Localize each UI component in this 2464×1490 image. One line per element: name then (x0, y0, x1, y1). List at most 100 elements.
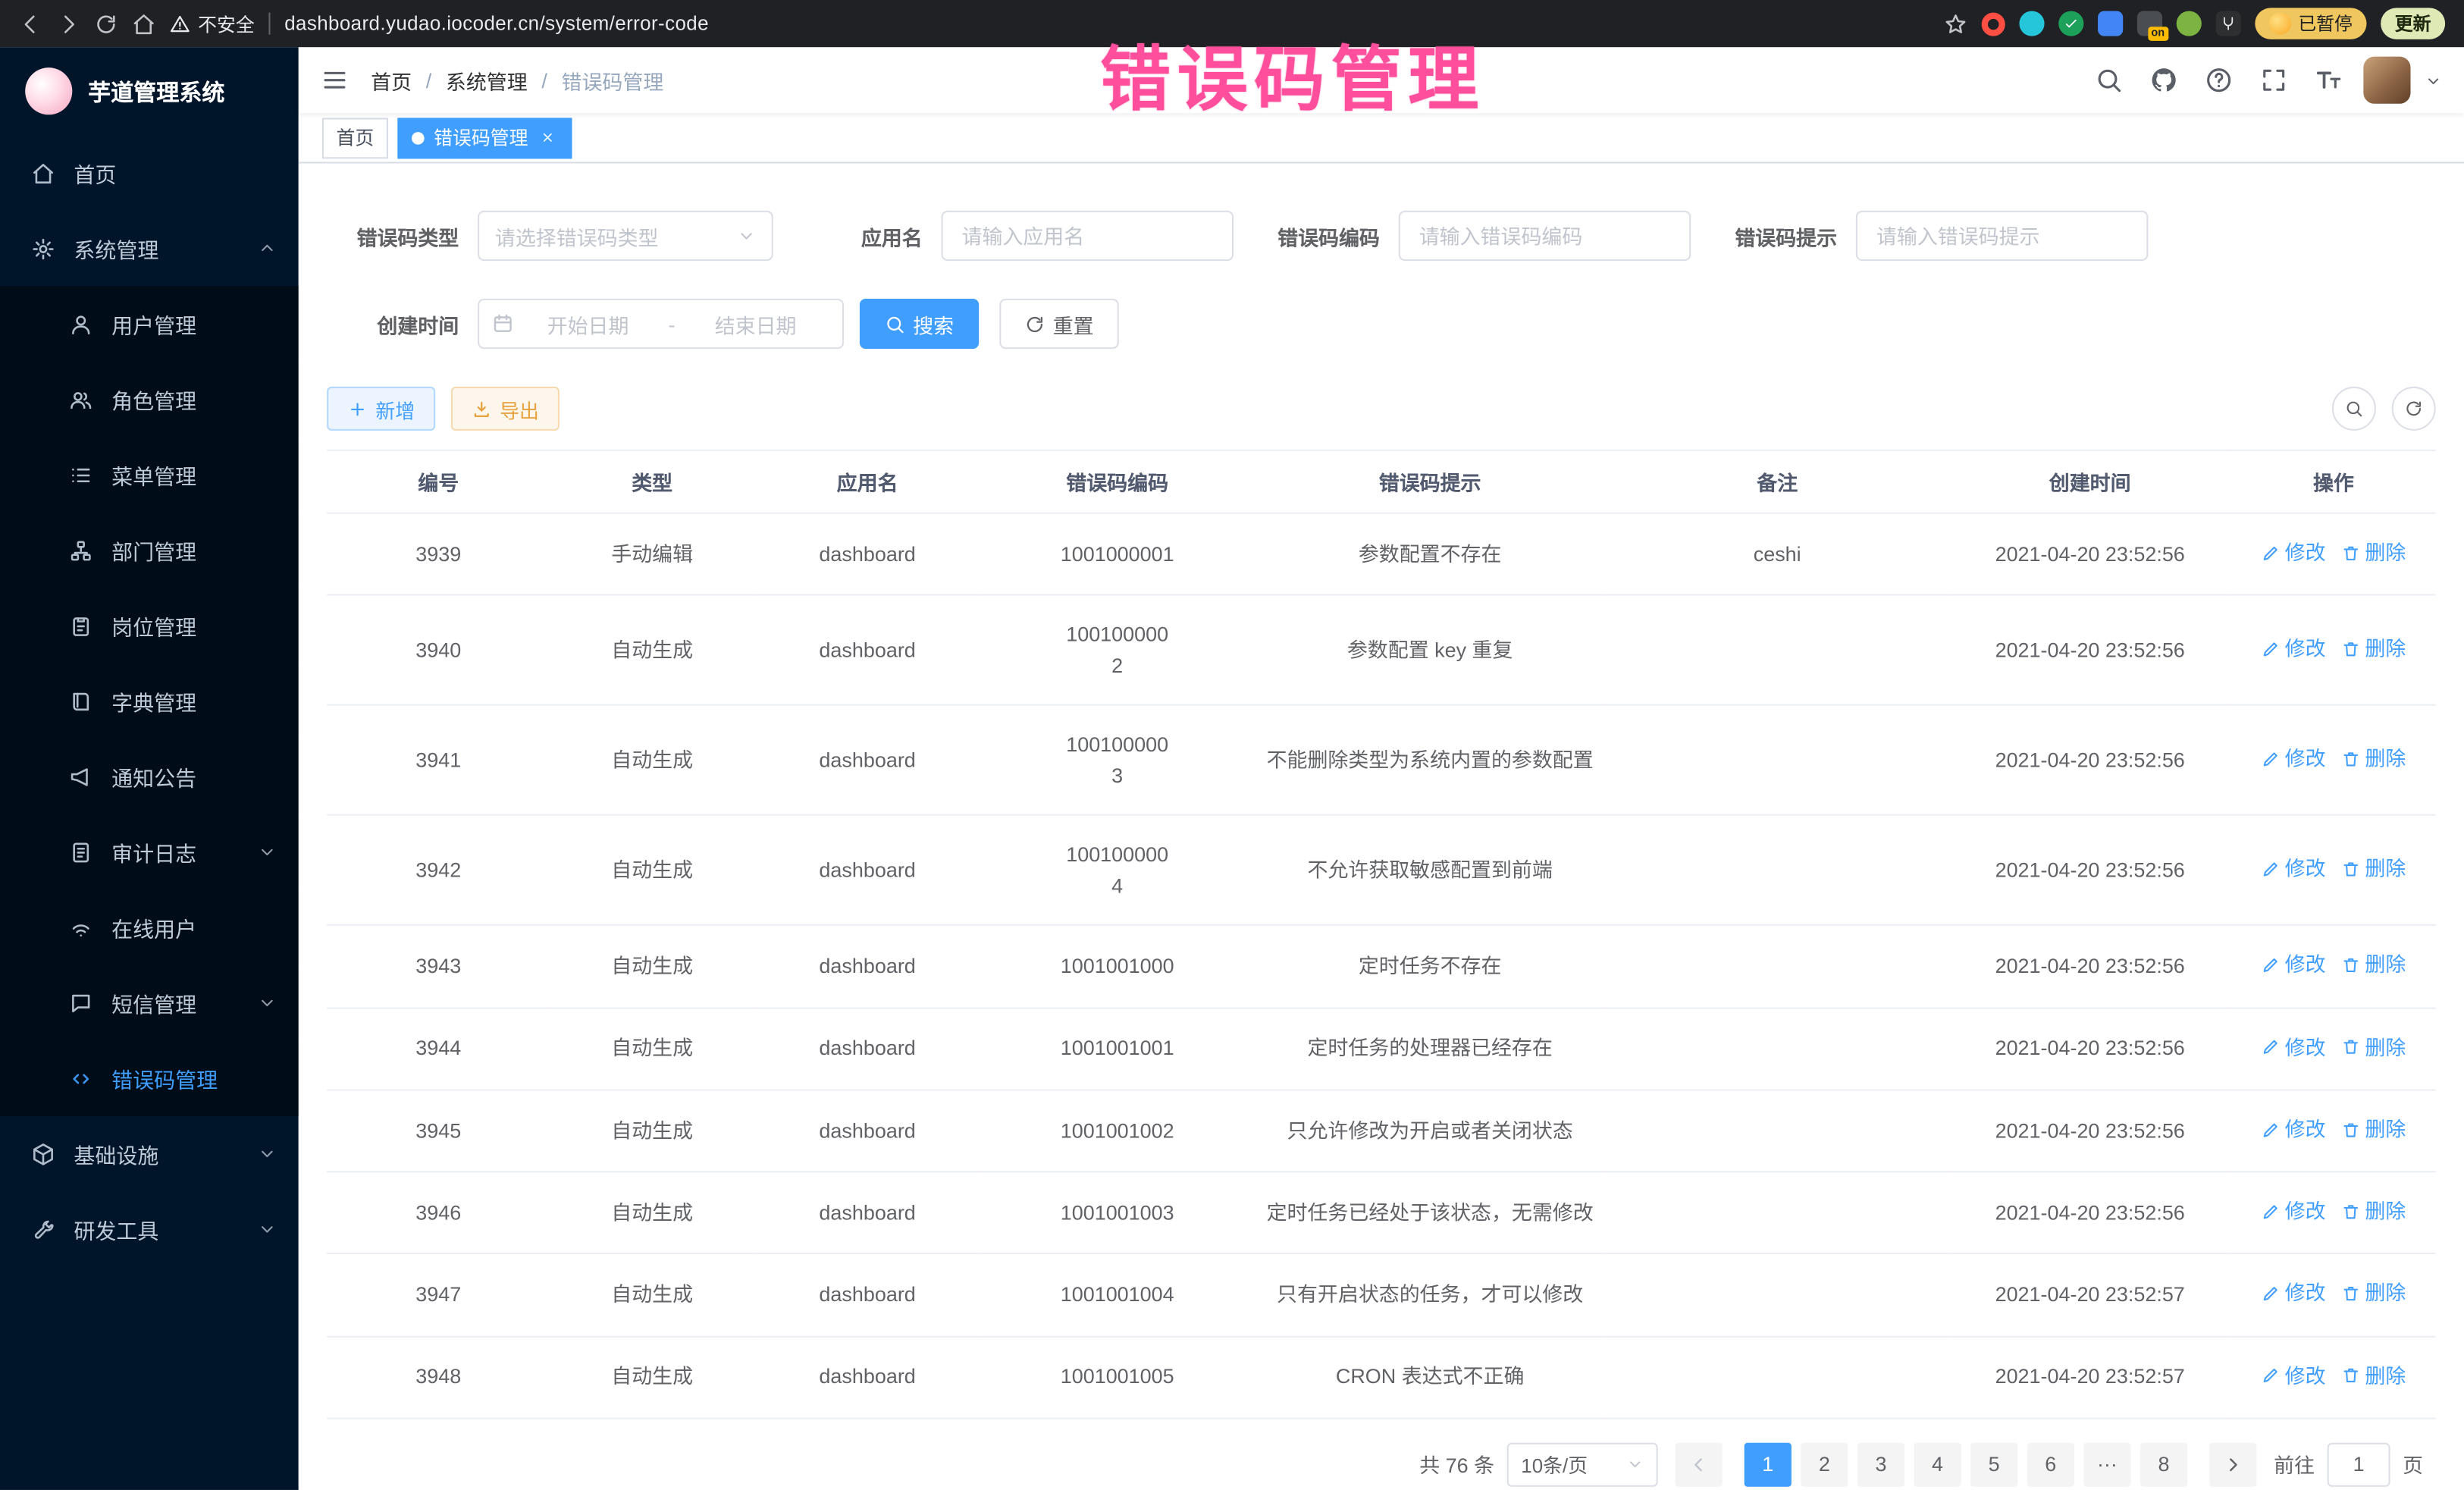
user-avatar[interactable] (2363, 57, 2410, 104)
search-button[interactable]: 搜索 (860, 299, 980, 349)
extension-icon-blue[interactable] (2097, 11, 2122, 36)
page-button-5[interactable]: 5 (1970, 1442, 2017, 1486)
extension-icon-onoff[interactable]: on (2136, 11, 2161, 36)
app-logo[interactable]: 芋道管理系统 (0, 47, 299, 135)
cell-id: 3942 (327, 815, 550, 925)
sidebar-item-dev-tools[interactable]: 研发工具 (0, 1191, 299, 1266)
refresh-table-button[interactable] (2392, 387, 2436, 431)
export-button[interactable]: 导出 (451, 387, 560, 431)
edit-button[interactable]: 修改 (2262, 634, 2326, 664)
help-icon[interactable] (2199, 60, 2240, 101)
cell-created: 2021-04-20 23:52:56 (1948, 815, 2231, 925)
extension-icon-leaf[interactable] (2176, 11, 2201, 36)
edit-button[interactable]: 修改 (2262, 1278, 2326, 1309)
extension-icon-fork[interactable] (2215, 11, 2240, 36)
edit-button[interactable]: 修改 (2262, 1032, 2326, 1062)
sidebar-item-users[interactable]: 用户管理 (0, 286, 299, 361)
app-name-input[interactable] (942, 211, 1234, 261)
date-range-picker[interactable]: 开始日期 - 结束日期 (478, 299, 844, 349)
sidebar-item-menus[interactable]: 菜单管理 (0, 437, 299, 512)
col-operations: 操作 (2231, 450, 2435, 513)
chevron-down-icon (737, 226, 756, 245)
sidebar-item-depts[interactable]: 部门管理 (0, 513, 299, 588)
delete-button[interactable]: 删除 (2341, 744, 2406, 774)
fullscreen-icon[interactable] (2253, 60, 2294, 101)
edit-button[interactable]: 修改 (2262, 854, 2326, 884)
sidebar-item-roles[interactable]: 角色管理 (0, 362, 299, 437)
pages-more-button[interactable]: ··· (2083, 1442, 2130, 1486)
extension-icon-check[interactable] (2058, 11, 2083, 36)
sidebar-toggle-button[interactable] (321, 66, 349, 94)
forward-button[interactable] (57, 12, 80, 36)
delete-button[interactable]: 删除 (2341, 1032, 2406, 1062)
table-row: 3947自动生成dashboard1001001004只有开启状态的任务，才可以… (327, 1253, 2436, 1335)
sidebar-item-posts[interactable]: 岗位管理 (0, 588, 299, 663)
page-button-2[interactable]: 2 (1801, 1442, 1848, 1486)
delete-button[interactable]: 删除 (2341, 1360, 2406, 1391)
cell-app: dashboard (754, 595, 980, 705)
page-button-3[interactable]: 3 (1857, 1442, 1904, 1486)
delete-button[interactable]: 删除 (2341, 538, 2406, 568)
edit-button[interactable]: 修改 (2262, 1360, 2326, 1391)
show-search-button[interactable] (2332, 387, 2376, 431)
error-code-input[interactable] (1399, 211, 1691, 261)
error-hint-input[interactable] (1856, 211, 2149, 261)
reset-button[interactable]: 重置 (999, 299, 1119, 349)
edit-label: 修改 (2285, 1114, 2326, 1144)
sidebar-item-home[interactable]: 首页 (0, 135, 299, 210)
sidebar-item-label: 在线用户 (111, 911, 196, 943)
font-size-icon[interactable] (2309, 60, 2350, 101)
close-icon[interactable] (538, 127, 558, 148)
chevron-down-icon[interactable] (2425, 71, 2442, 89)
error-type-select[interactable]: 请选择错误码类型 (478, 211, 773, 261)
search-icon[interactable] (2089, 60, 2130, 101)
delete-button[interactable]: 删除 (2341, 1114, 2406, 1144)
app-name-label: 应用名 (861, 221, 923, 250)
page-button-6[interactable]: 6 (2027, 1442, 2074, 1486)
github-icon[interactable] (2143, 60, 2184, 101)
next-page-button[interactable] (2209, 1442, 2256, 1486)
extension-icon-teal[interactable] (2018, 11, 2043, 36)
page-button-8[interactable]: 8 (2140, 1442, 2187, 1486)
prev-page-button[interactable] (1675, 1442, 1722, 1486)
site-security[interactable]: 不安全 (170, 10, 255, 36)
sidebar-item-system[interactable]: 系统管理 (0, 211, 299, 286)
extension-icon-red[interactable] (1981, 12, 2005, 36)
page-button-4[interactable]: 4 (1914, 1442, 1961, 1486)
delete-button[interactable]: 删除 (2341, 1196, 2406, 1226)
delete-button[interactable]: 删除 (2341, 634, 2406, 664)
browser-chrome: 不安全 dashboard.yudao.iocoder.cn/system/er… (0, 0, 2464, 47)
browser-home-button[interactable] (132, 12, 155, 36)
edit-button[interactable]: 修改 (2262, 744, 2326, 774)
sidebar-item-online-users[interactable]: 在线用户 (0, 889, 299, 965)
tab-error-code[interactable]: 错误码管理 (397, 117, 572, 158)
breadcrumb-system[interactable]: 系统管理 (446, 65, 528, 95)
delete-button[interactable]: 删除 (2341, 949, 2406, 980)
tab-home[interactable]: 首页 (322, 117, 388, 158)
edit-button[interactable]: 修改 (2262, 538, 2326, 568)
reload-button[interactable] (94, 12, 118, 36)
page-size-select[interactable]: 10条/页 (1507, 1442, 1658, 1486)
bookmark-star-icon[interactable] (1943, 12, 1967, 36)
edit-button[interactable]: 修改 (2262, 1196, 2326, 1226)
delete-button[interactable]: 删除 (2341, 854, 2406, 884)
page-button-1[interactable]: 1 (1745, 1442, 1792, 1486)
sidebar-item-infrastructure[interactable]: 基础设施 (0, 1116, 299, 1191)
sidebar-item-sms[interactable]: 短信管理 (0, 965, 299, 1040)
sidebar-item-dicts[interactable]: 字典管理 (0, 663, 299, 739)
update-button[interactable]: 更新 (2381, 8, 2445, 39)
add-button[interactable]: 新增 (327, 387, 435, 431)
delete-button[interactable]: 删除 (2341, 1278, 2406, 1309)
sidebar-item-error-codes[interactable]: 错误码管理 (0, 1040, 299, 1115)
sidebar-item-label: 系统管理 (74, 233, 158, 264)
back-button[interactable] (19, 12, 42, 36)
goto-page-input[interactable] (2328, 1442, 2390, 1486)
breadcrumb-home[interactable]: 首页 (371, 65, 412, 95)
edit-button[interactable]: 修改 (2262, 1114, 2326, 1144)
url-text[interactable]: dashboard.yudao.iocoder.cn/system/error-… (284, 13, 709, 35)
edit-button[interactable]: 修改 (2262, 949, 2326, 980)
sidebar-item-audit-logs[interactable]: 审计日志 (0, 814, 299, 889)
profile-chip[interactable]: 已暂停 (2254, 8, 2366, 39)
delete-icon (2341, 860, 2360, 879)
sidebar-item-notices[interactable]: 通知公告 (0, 739, 299, 814)
